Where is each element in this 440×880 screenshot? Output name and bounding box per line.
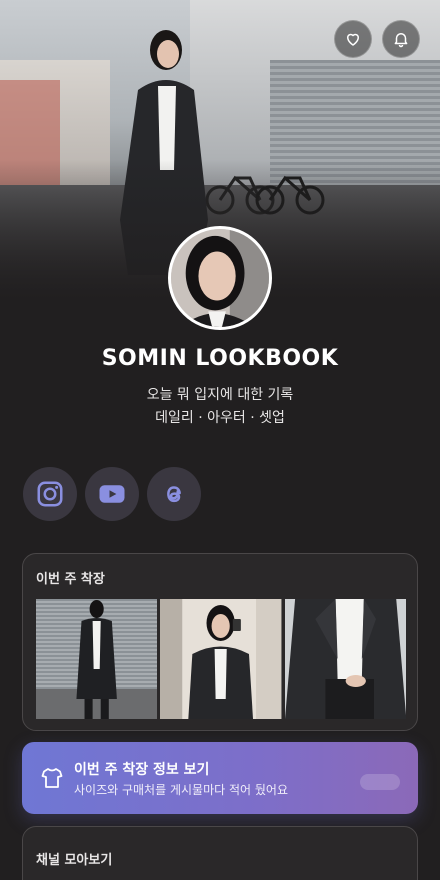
threads-icon [167, 486, 181, 503]
profile-bio: 오늘 뭐 입지에 대한 기록 데일리 · 아우터 · 셋업 [0, 384, 440, 430]
channels-title: 채널 모아보기 [36, 853, 113, 868]
cta-title: 이번 주 착장 정보 보기 [74, 762, 210, 778]
threads-link[interactable] [147, 467, 201, 521]
profile-avatar [168, 226, 272, 330]
outfit-gallery [36, 599, 406, 719]
tshirt-icon [41, 768, 63, 788]
bio-line-2: 데일리 · 아우터 · 셋업 [155, 410, 285, 426]
outfit-photo-2[interactable] [160, 599, 282, 719]
channels-card: 채널 모아보기 [22, 826, 418, 880]
outfit-photo-3[interactable] [284, 599, 406, 719]
cta-subtitle: 사이즈와 구매처를 게시물마다 적어 뒀어요 [74, 783, 288, 797]
bell-icon [394, 33, 408, 48]
youtube-link[interactable] [85, 467, 139, 521]
weekly-outfit-info-button[interactable]: 이번 주 착장 정보 보기 사이즈와 구매처를 게시물마다 적어 뒀어요 [22, 742, 418, 814]
profile-name: SOMIN LOOKBOOK [101, 346, 339, 371]
instagram-link[interactable] [23, 467, 77, 521]
weekly-outfit-title: 이번 주 착장 [36, 572, 105, 587]
youtube-icon [99, 485, 125, 503]
weekly-outfit-card: 이번 주 착장 [22, 553, 418, 731]
cta-arrow-badge [360, 774, 400, 790]
bio-line-1: 오늘 뭐 입지에 대한 기록 [146, 387, 294, 403]
heart-icon [347, 33, 359, 46]
favorite-button[interactable] [334, 20, 372, 58]
notification-button[interactable] [382, 20, 420, 58]
outfit-photo-1[interactable] [36, 599, 158, 719]
instagram-icon [37, 481, 63, 507]
